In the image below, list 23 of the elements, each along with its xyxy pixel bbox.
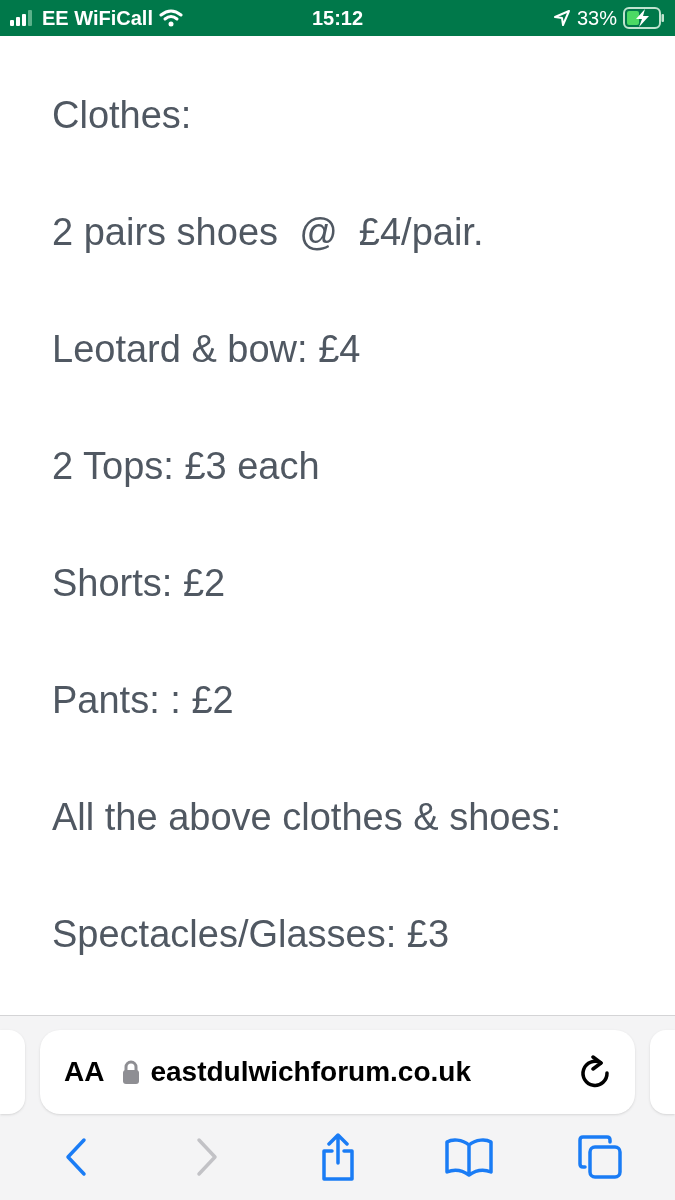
url-text: eastdulwichforum.co.uk — [150, 1055, 472, 1089]
battery-percentage: 33% — [576, 6, 617, 31]
back-icon — [64, 1137, 87, 1177]
lock-icon — [122, 1060, 141, 1084]
location-icon — [552, 9, 571, 27]
clock-time: 15:12 — [310, 6, 365, 31]
battery-charging-icon — [623, 7, 665, 29]
text-line: Leotard & bow: £4 — [52, 328, 362, 371]
book-icon — [443, 1137, 494, 1177]
text-line: Shorts: £2 — [52, 562, 227, 605]
text-line: Clothes: — [52, 94, 193, 137]
text-line: All the above clothes & shoes: — [52, 796, 563, 839]
text-line: 2 Tops: £3 each — [52, 445, 321, 488]
tabs-icon — [576, 1134, 623, 1180]
carrier-name: EE WiFiCall — [42, 6, 153, 31]
reload-icon[interactable] — [579, 1055, 611, 1089]
wifi-icon — [158, 9, 183, 27]
forward-icon — [195, 1137, 218, 1177]
text-line: Spectacles/Glasses: £3 — [52, 913, 451, 956]
address-bar[interactable]: AA eastdulwichforum.co.uk — [40, 1030, 635, 1114]
text-size-button[interactable]: AA — [64, 1051, 105, 1093]
text-line: 2 pairs shoes @ £4/pair. — [52, 211, 485, 254]
text-line: Pants: : £2 — [52, 679, 235, 722]
